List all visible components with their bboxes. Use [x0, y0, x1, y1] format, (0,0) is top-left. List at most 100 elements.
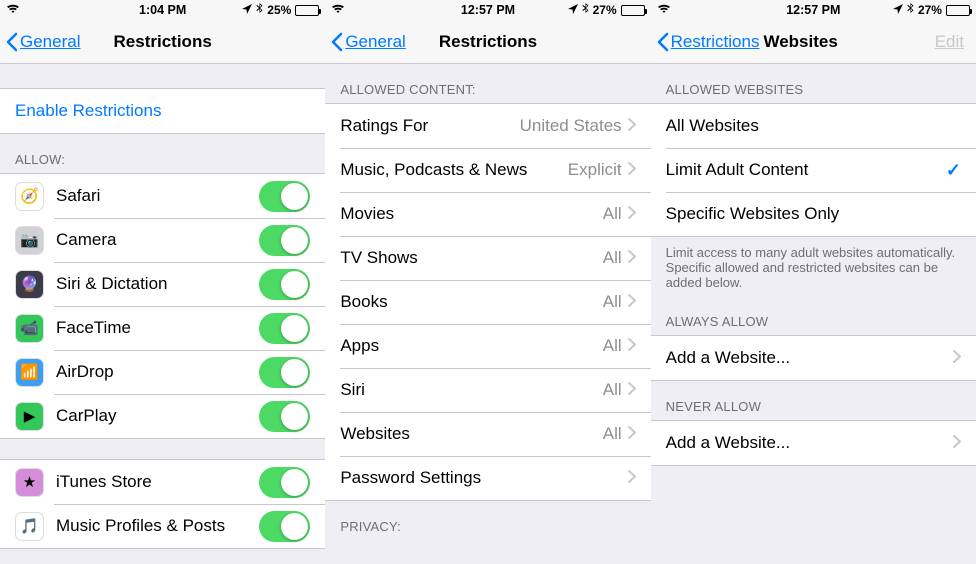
content-row-value: All — [603, 204, 622, 224]
chevron-left-icon — [657, 32, 669, 52]
chevron-right-icon — [953, 348, 961, 368]
toggle-switch[interactable] — [259, 511, 310, 542]
toggle-switch[interactable] — [259, 269, 310, 300]
content-row-label: Books — [340, 292, 602, 312]
allow-row-label: Music Profiles & Posts — [56, 516, 259, 536]
status-bar: 12:57 PM 27% — [651, 0, 976, 20]
allow-group: 🧭Safari📷Camera🔮Siri & Dictation📹FaceTime… — [0, 173, 325, 439]
toggle-switch[interactable] — [259, 181, 310, 212]
content-row-label: Ratings For — [340, 116, 519, 136]
content-row-value: All — [603, 380, 622, 400]
toggle-switch[interactable] — [259, 357, 310, 388]
content-row-label: Websites — [340, 424, 602, 444]
chevron-right-icon — [953, 433, 961, 453]
battery-icon — [621, 5, 645, 16]
app-icon: ▶︎ — [15, 402, 44, 431]
back-button[interactable]: General — [0, 32, 80, 52]
content-row[interactable]: MoviesAll — [325, 192, 650, 236]
status-bar: 1:04 PM 25% — [0, 0, 325, 20]
content-row-label: Password Settings — [340, 468, 627, 488]
always-allow-group: Add a Website... — [651, 335, 976, 381]
back-label: General — [345, 32, 405, 52]
app-icon: 🔮 — [15, 270, 44, 299]
back-button[interactable]: Restrictions — [651, 32, 760, 52]
website-option-label: Limit Adult Content — [666, 160, 946, 180]
chevron-right-icon — [628, 160, 636, 180]
toggle-switch[interactable] — [259, 401, 310, 432]
allow-row-label: Safari — [56, 186, 259, 206]
app-icon: 📹 — [15, 314, 44, 343]
add-website-label: Add a Website... — [666, 348, 953, 368]
allowed-websites-group: All Websites Limit Adult Content✓Specific… — [651, 103, 976, 237]
chevron-right-icon — [628, 248, 636, 268]
add-website-row[interactable]: Add a Website... — [651, 336, 976, 380]
content-row-value: All — [603, 336, 622, 356]
never-allow-header: NEVER ALLOW — [651, 381, 976, 420]
add-website-row[interactable]: Add a Website... — [651, 421, 976, 465]
nav-bar: General Restrictions — [0, 20, 325, 64]
chevron-left-icon — [331, 32, 343, 52]
screen-allowed-content: 12:57 PM 27% General Restrictions ALLOWE… — [325, 0, 650, 564]
content-row[interactable]: Ratings ForUnited States — [325, 104, 650, 148]
chevron-right-icon — [628, 424, 636, 444]
toggle-switch[interactable] — [259, 467, 310, 498]
content-area: ALLOWED CONTENT: Ratings ForUnited State… — [325, 64, 650, 564]
edit-button[interactable]: Edit — [935, 32, 976, 52]
website-option-row[interactable]: Specific Websites Only — [651, 192, 976, 236]
allow-row: 🧭 Safari — [0, 174, 325, 218]
add-website-label: Add a Website... — [666, 433, 953, 453]
content-area: ALLOWED WEBSITES All WebsitesLimit Adult… — [651, 64, 976, 564]
status-bar: 12:57 PM 27% — [325, 0, 650, 20]
app-icon: 📶 — [15, 358, 44, 387]
allow-row: ▶︎ CarPlay — [0, 394, 325, 438]
content-row-label: Movies — [340, 204, 602, 224]
content-row[interactable]: WebsitesAll — [325, 412, 650, 456]
status-time: 1:04 PM — [0, 3, 325, 17]
chevron-right-icon — [628, 204, 636, 224]
allow-row-label: iTunes Store — [56, 472, 259, 492]
allow-row: 📹 FaceTime — [0, 306, 325, 350]
content-row[interactable]: TV ShowsAll — [325, 236, 650, 280]
content-row-value: All — [603, 248, 622, 268]
status-time: 12:57 PM — [651, 3, 976, 17]
content-row-value: Explicit — [568, 160, 622, 180]
content-row-value: All — [603, 292, 622, 312]
screen-restrictions-main: 1:04 PM 25% General Restrictions Enable … — [0, 0, 325, 564]
content-area: Enable Restrictions ALLOW: 🧭Safari📷Camer… — [0, 64, 325, 564]
content-row-value: United States — [520, 116, 622, 136]
content-row[interactable]: Music, Podcasts & NewsExplicit — [325, 148, 650, 192]
battery-icon — [295, 5, 319, 16]
allow-row: 📶AirDrop — [0, 350, 325, 394]
toggle-switch[interactable] — [259, 225, 310, 256]
content-row[interactable]: AppsAll — [325, 324, 650, 368]
toggle-switch[interactable] — [259, 313, 310, 344]
back-button[interactable]: General — [325, 32, 405, 52]
nav-bar: General Restrictions — [325, 20, 650, 64]
content-row-value: All — [603, 424, 622, 444]
allow-row: ★ iTunes Store — [0, 460, 325, 504]
content-row[interactable]: Password Settings — [325, 456, 650, 500]
chevron-right-icon — [628, 292, 636, 312]
content-row[interactable]: BooksAll — [325, 280, 650, 324]
app-icon: ★ — [15, 468, 44, 497]
content-row-label: Music, Podcasts & News — [340, 160, 567, 180]
allowed-websites-footer: Limit access to many adult websites auto… — [651, 237, 976, 296]
allowed-content-group: Ratings ForUnited StatesMusic, Podcasts … — [325, 103, 650, 501]
back-label: General — [20, 32, 80, 52]
website-option-row[interactable]: Limit Adult Content✓ — [651, 148, 976, 192]
chevron-right-icon — [628, 468, 636, 488]
chevron-right-icon — [628, 380, 636, 400]
allow-row-label: FaceTime — [56, 318, 259, 338]
nav-bar: Restrictions Websites Edit — [651, 20, 976, 64]
enable-restrictions-row[interactable]: Enable Restrictions — [0, 89, 325, 133]
content-row-label: Apps — [340, 336, 602, 356]
app-icon: 🧭 — [15, 182, 44, 211]
allow-row-label: CarPlay — [56, 406, 259, 426]
website-option-row[interactable]: All Websites — [651, 104, 976, 148]
allow-row-label: Camera — [56, 230, 259, 250]
always-allow-header: ALWAYS ALLOW — [651, 296, 976, 335]
website-option-label: All Websites — [666, 116, 961, 136]
content-row-label: Siri — [340, 380, 602, 400]
content-row[interactable]: SiriAll — [325, 368, 650, 412]
never-allow-group: Add a Website... — [651, 420, 976, 466]
